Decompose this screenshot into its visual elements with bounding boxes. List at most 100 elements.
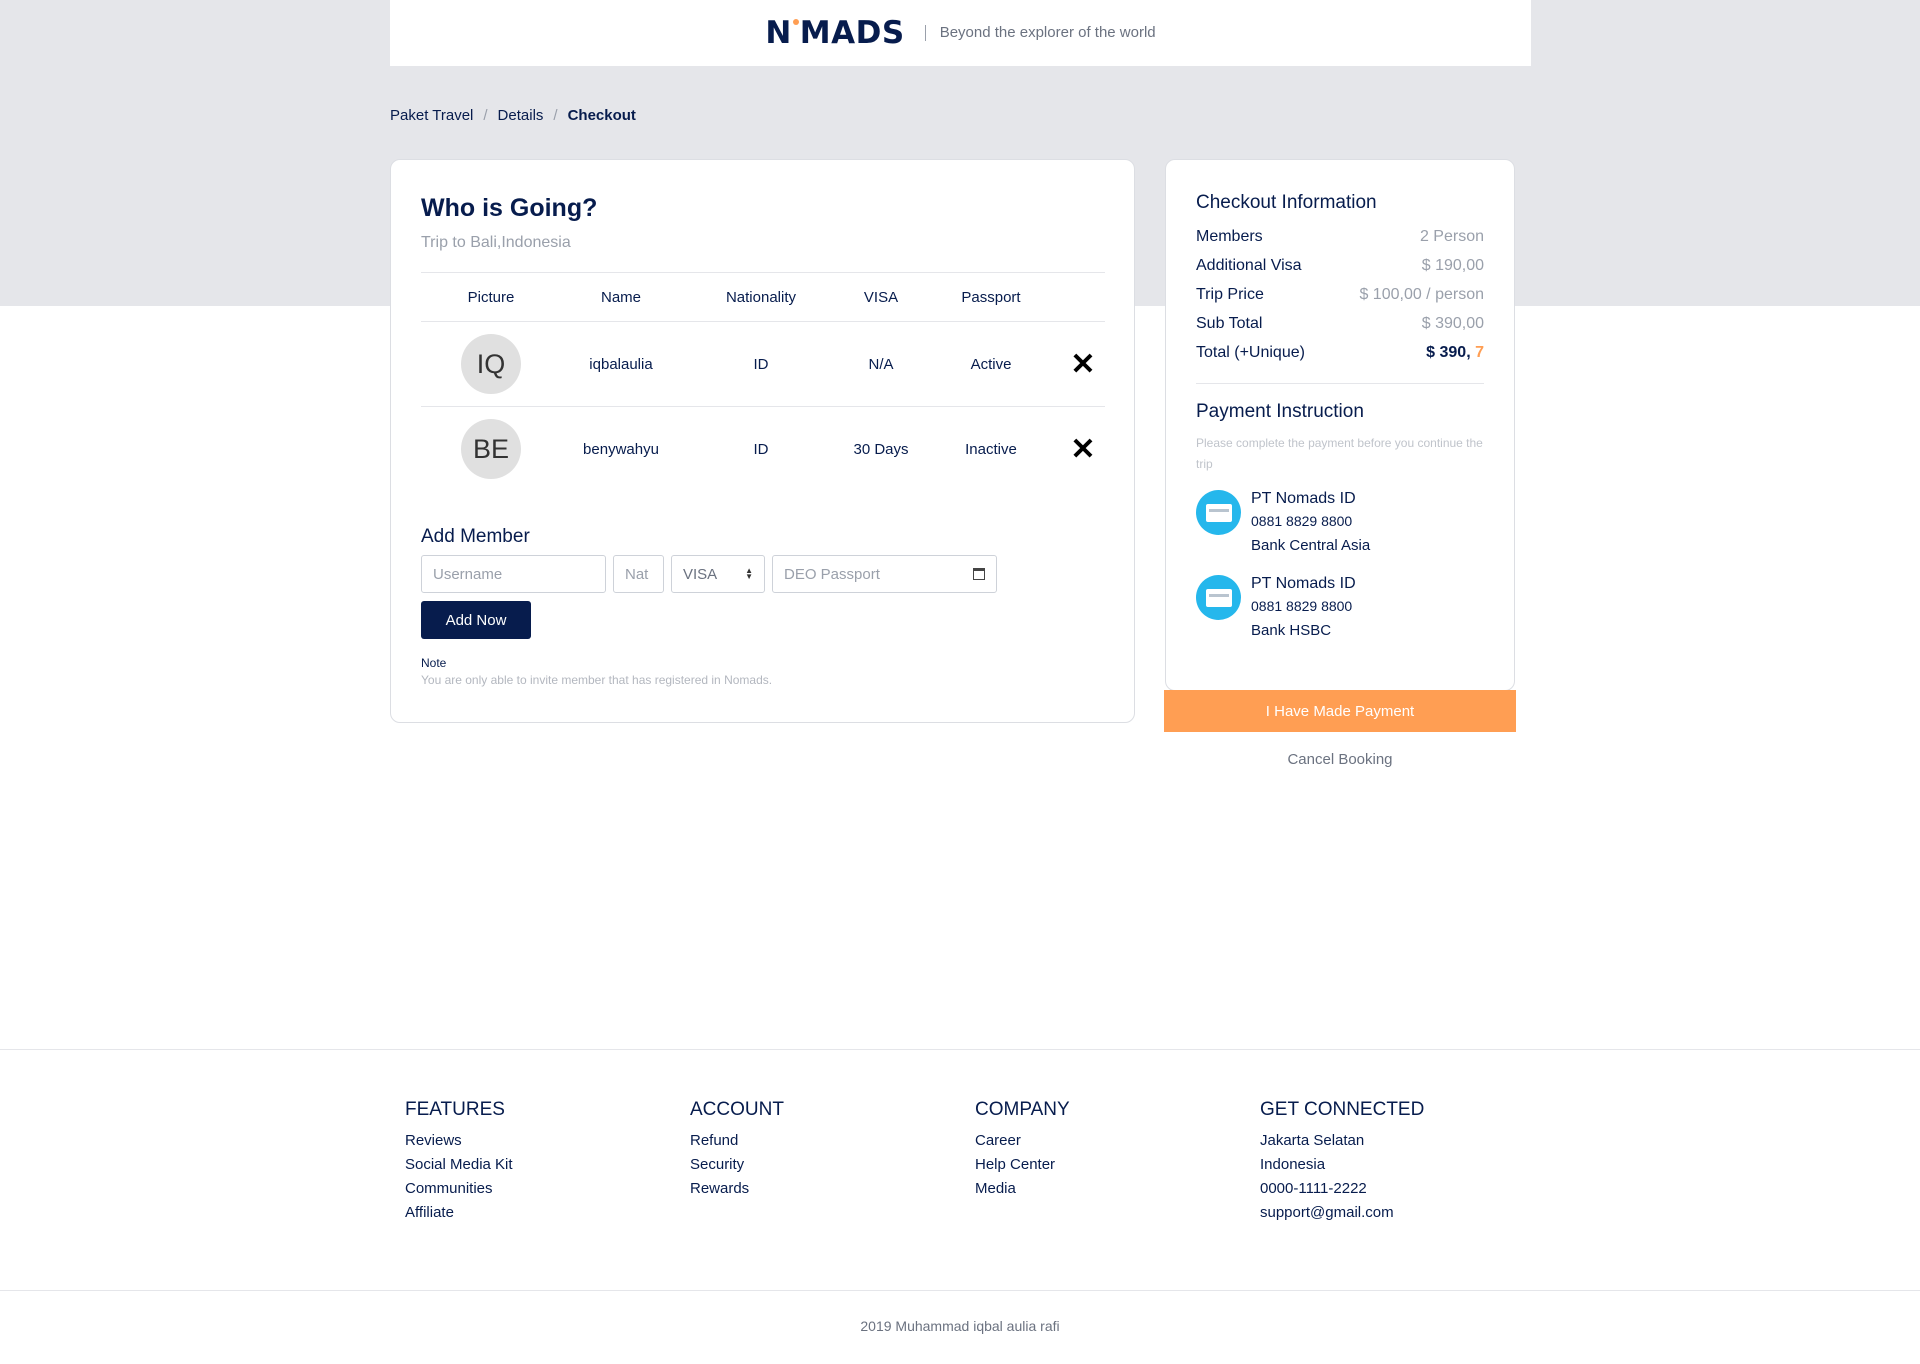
- member-visa: 30 Days: [853, 440, 909, 458]
- bank-card-icon: [1196, 575, 1241, 620]
- visa-select[interactable]: VISA ▲ ▼: [671, 555, 765, 593]
- bank-name: Bank Central Asia: [1251, 537, 1371, 554]
- row-label: Trip Price: [1196, 286, 1264, 303]
- footer-heading: GET CONNECTED: [1260, 1099, 1425, 1120]
- footer-address-city: Jakarta Selatan: [1260, 1132, 1365, 1149]
- footer-link-affiliate[interactable]: Affiliate: [405, 1201, 645, 1225]
- who-is-going-title: Who is Going?: [421, 194, 598, 222]
- col-passport: Passport: [921, 272, 1061, 322]
- footer-link-security[interactable]: Security: [690, 1153, 930, 1177]
- footer-email[interactable]: support@gmail.com: [1260, 1201, 1500, 1225]
- breadcrumb-paket-travel[interactable]: Paket Travel: [390, 107, 473, 124]
- i-have-made-payment-button[interactable]: I Have Made Payment: [1164, 690, 1516, 732]
- checkout-row-trip-price: Trip Price $ 100,00 / person: [1196, 286, 1484, 304]
- checkout-information-title: Checkout Information: [1196, 192, 1377, 213]
- member-visa: N/A: [841, 321, 921, 407]
- payment-instruction-title: Payment Instruction: [1196, 401, 1364, 422]
- member-name: iqbalaulia: [561, 321, 681, 407]
- note-text: You are only able to invite member that …: [421, 673, 773, 687]
- breadcrumb-separator: /: [483, 107, 488, 124]
- footer-link-media[interactable]: Media: [975, 1177, 1215, 1201]
- passport-date-input[interactable]: DEO Passport: [772, 555, 997, 593]
- breadcrumb-separator: /: [553, 107, 558, 124]
- passport-placeholder: DEO Passport: [784, 565, 880, 583]
- nomads-logo[interactable]: N MADS: [765, 15, 904, 51]
- footer-bottom-divider: [0, 1290, 1920, 1291]
- footer-heading: FEATURES: [405, 1099, 505, 1120]
- payment-instruction-text: Please complete the payment before you c…: [1196, 436, 1483, 471]
- row-label: Sub Total: [1196, 315, 1263, 332]
- member-nationality: ID: [753, 440, 769, 458]
- members-table: Picture Name Nationality VISA Passport I…: [421, 272, 1105, 492]
- divider: [1196, 383, 1484, 384]
- navbar: N MADS Beyond the explorer of the world: [390, 0, 1531, 66]
- footer-link-social-media-kit[interactable]: Social Media Kit: [405, 1153, 645, 1177]
- tagline: Beyond the explorer of the world: [924, 25, 1156, 41]
- footer-column-get-connected: GET CONNECTED Jakarta Selatan Indonesia …: [1260, 1099, 1500, 1225]
- bank-name: Bank HSBC: [1251, 622, 1332, 639]
- add-member-title: Add Member: [421, 526, 530, 547]
- calendar-icon[interactable]: [973, 568, 985, 580]
- total-value: $ 390, 7: [1426, 344, 1484, 361]
- cancel-booking-link[interactable]: Cancel Booking: [1164, 751, 1516, 768]
- bank-account: PT Nomads ID 0881 8829 8800 Bank Central…: [1196, 490, 1486, 560]
- bank-account-name: PT Nomads ID: [1251, 575, 1356, 592]
- trip-subtitle: Trip to Bali,Indonesia: [421, 234, 571, 251]
- bank-account: PT Nomads ID 0881 8829 8800 Bank HSBC: [1196, 575, 1486, 645]
- avatar: IQ: [461, 334, 521, 394]
- row-value: $ 190,00: [1421, 257, 1484, 274]
- footer-column-account: ACCOUNT Refund Security Rewards: [690, 1099, 930, 1201]
- close-icon[interactable]: ✕: [1070, 433, 1095, 466]
- row-label: Total (+Unique): [1196, 344, 1305, 361]
- checkout-information-card: Checkout Information Members 2 Person Ad…: [1165, 159, 1515, 691]
- visa-selected-value: VISA: [683, 565, 718, 583]
- col-visa: VISA: [841, 272, 921, 322]
- breadcrumb: Paket Travel / Details / Checkout: [390, 107, 636, 124]
- unique-code: 7: [1475, 344, 1484, 361]
- nationality-placeholder: Nat: [625, 565, 649, 583]
- close-icon[interactable]: ✕: [1070, 348, 1095, 381]
- table-row: IQ iqbalaulia ID N/A Active ✕: [421, 321, 1105, 407]
- footer-link-reviews[interactable]: Reviews: [405, 1129, 645, 1153]
- footer-link-career[interactable]: Career: [975, 1129, 1215, 1153]
- username-input[interactable]: Username: [421, 555, 606, 593]
- footer-phone[interactable]: 0000-1111-2222: [1260, 1177, 1500, 1201]
- col-name: Name: [561, 272, 681, 322]
- select-arrows-icon: ▲ ▼: [745, 566, 753, 581]
- bank-account-number: 0881 8829 8800: [1251, 598, 1353, 614]
- footer-column-features: FEATURES Reviews Social Media Kit Commun…: [405, 1099, 645, 1225]
- footer-link-communities[interactable]: Communities: [405, 1177, 645, 1201]
- nationality-input[interactable]: Nat: [613, 555, 664, 593]
- table-header-row: Picture Name Nationality VISA Passport: [421, 272, 1105, 322]
- footer-link-refund[interactable]: Refund: [690, 1129, 930, 1153]
- footer-heading: ACCOUNT: [690, 1099, 784, 1120]
- col-picture: Picture: [421, 272, 561, 322]
- row-value: $ 390,00: [1421, 315, 1484, 332]
- footer-divider: [0, 1049, 1920, 1050]
- member-name: benywahyu: [583, 440, 659, 458]
- avatar: BE: [461, 419, 521, 480]
- add-now-button[interactable]: Add Now: [421, 601, 531, 639]
- copyright-text: 2019 Muhammad iqbal aulia rafi: [860, 1318, 1060, 1334]
- table-row: BE benywahyu ID 30 Days Inactive ✕: [421, 407, 1105, 492]
- bank-account-name: PT Nomads ID: [1251, 490, 1356, 507]
- footer-column-company: COMPANY Career Help Center Media: [975, 1099, 1215, 1201]
- footer-link-help-center[interactable]: Help Center: [975, 1153, 1215, 1177]
- checkout-row-members: Members 2 Person: [1196, 228, 1484, 246]
- bank-account-number: 0881 8829 8800: [1251, 513, 1353, 529]
- row-label: Members: [1196, 228, 1263, 245]
- who-is-going-card: Who is Going? Trip to Bali,Indonesia Pic…: [390, 159, 1135, 723]
- member-nationality: ID: [681, 321, 841, 407]
- breadcrumb-details[interactable]: Details: [498, 107, 544, 124]
- col-nationality: Nationality: [681, 272, 841, 322]
- row-value: $ 100,00 / person: [1359, 286, 1484, 303]
- footer-heading: COMPANY: [975, 1099, 1070, 1120]
- member-passport: Inactive: [965, 440, 1017, 458]
- breadcrumb-checkout: Checkout: [567, 107, 636, 124]
- row-label: Additional Visa: [1196, 257, 1302, 274]
- bank-card-icon: [1196, 490, 1241, 535]
- member-passport: Active: [921, 321, 1061, 407]
- checkout-row-total: Total (+Unique) $ 390, 7: [1196, 344, 1484, 362]
- footer-link-rewards[interactable]: Rewards: [690, 1177, 930, 1201]
- note-label: Note: [421, 656, 447, 670]
